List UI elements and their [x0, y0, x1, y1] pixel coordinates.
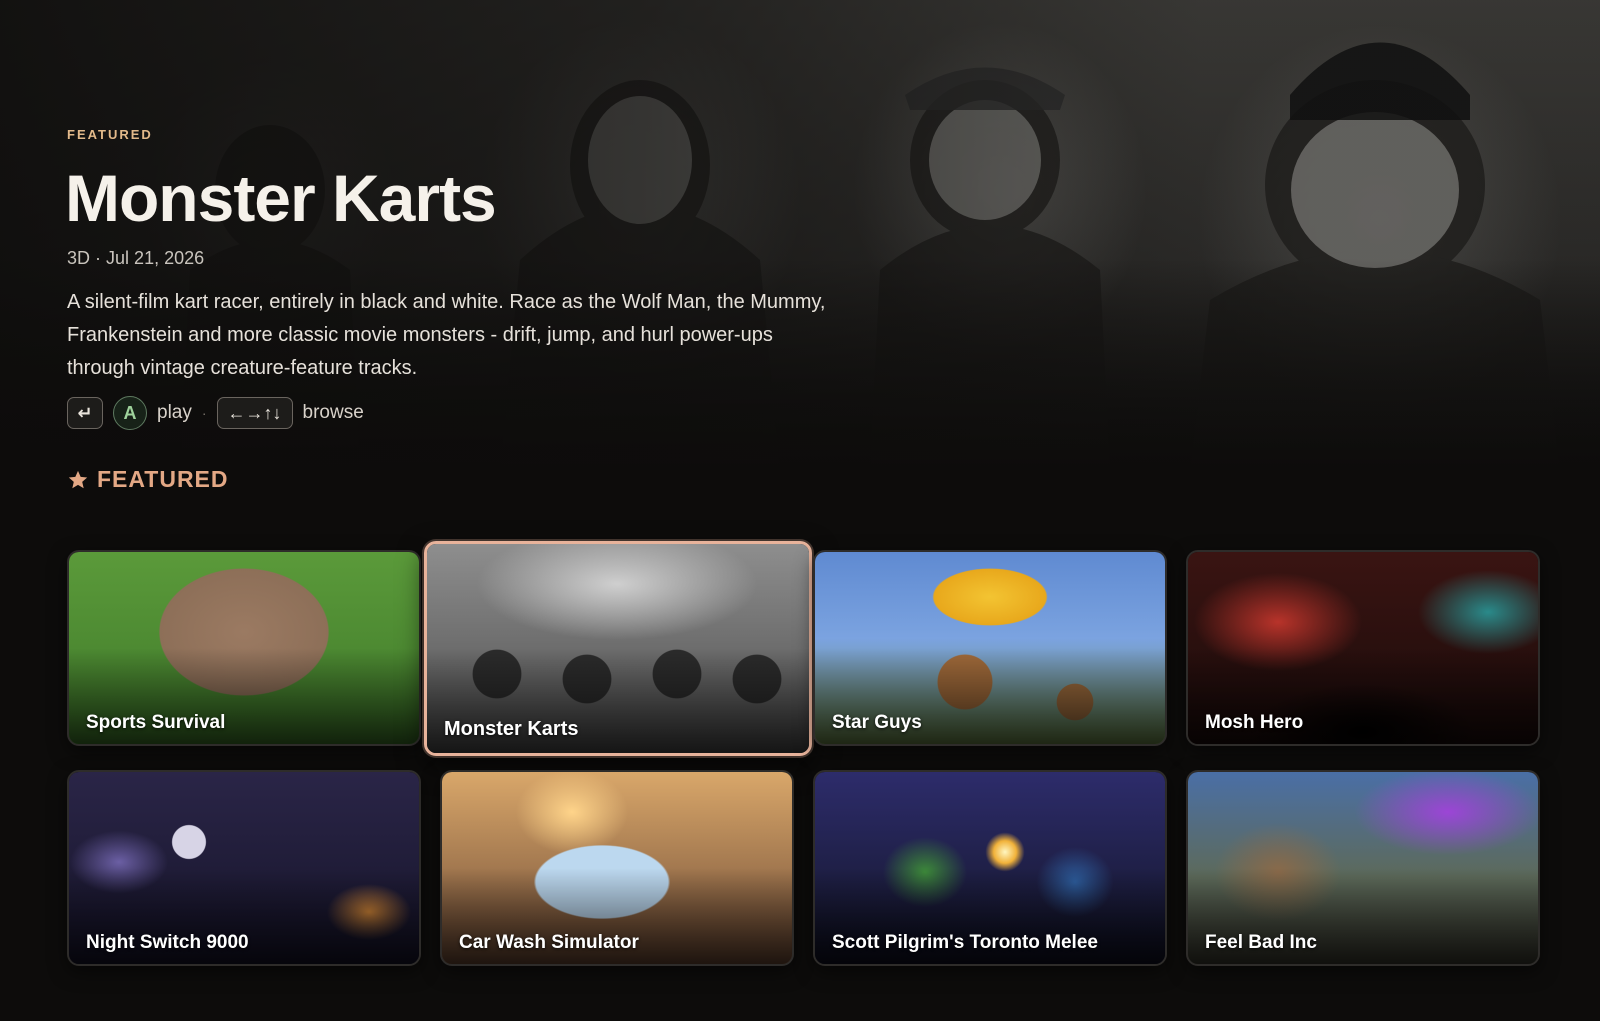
- game-card-monster-karts[interactable]: Monster Karts: [424, 541, 812, 756]
- game-card-title: Scott Pilgrim's Toronto Melee: [832, 932, 1098, 953]
- game-card-night-switch-9000[interactable]: Night Switch 9000: [67, 770, 421, 966]
- game-card-title: Car Wash Simulator: [459, 932, 639, 953]
- game-card-title: Star Guys: [832, 712, 922, 733]
- game-card-title: Mosh Hero: [1205, 712, 1304, 733]
- game-card-car-wash-simulator[interactable]: Car Wash Simulator: [440, 770, 794, 966]
- game-card-title: Night Switch 9000: [86, 932, 249, 953]
- game-card-star-guys[interactable]: Star Guys: [813, 550, 1167, 746]
- game-card-title: Sports Survival: [86, 712, 226, 733]
- game-card-mosh-hero[interactable]: Mosh Hero: [1186, 550, 1540, 746]
- game-card-sports-survival[interactable]: Sports Survival: [67, 550, 421, 746]
- game-grid: Sports Survival Monster Karts Star Guys …: [0, 0, 1600, 1021]
- game-card-feel-bad-inc[interactable]: Feel Bad Inc: [1186, 770, 1540, 966]
- game-card-title: Feel Bad Inc: [1205, 932, 1317, 953]
- game-card-scott-pilgrim[interactable]: Scott Pilgrim's Toronto Melee: [813, 770, 1167, 966]
- game-card-title: Monster Karts: [444, 718, 579, 740]
